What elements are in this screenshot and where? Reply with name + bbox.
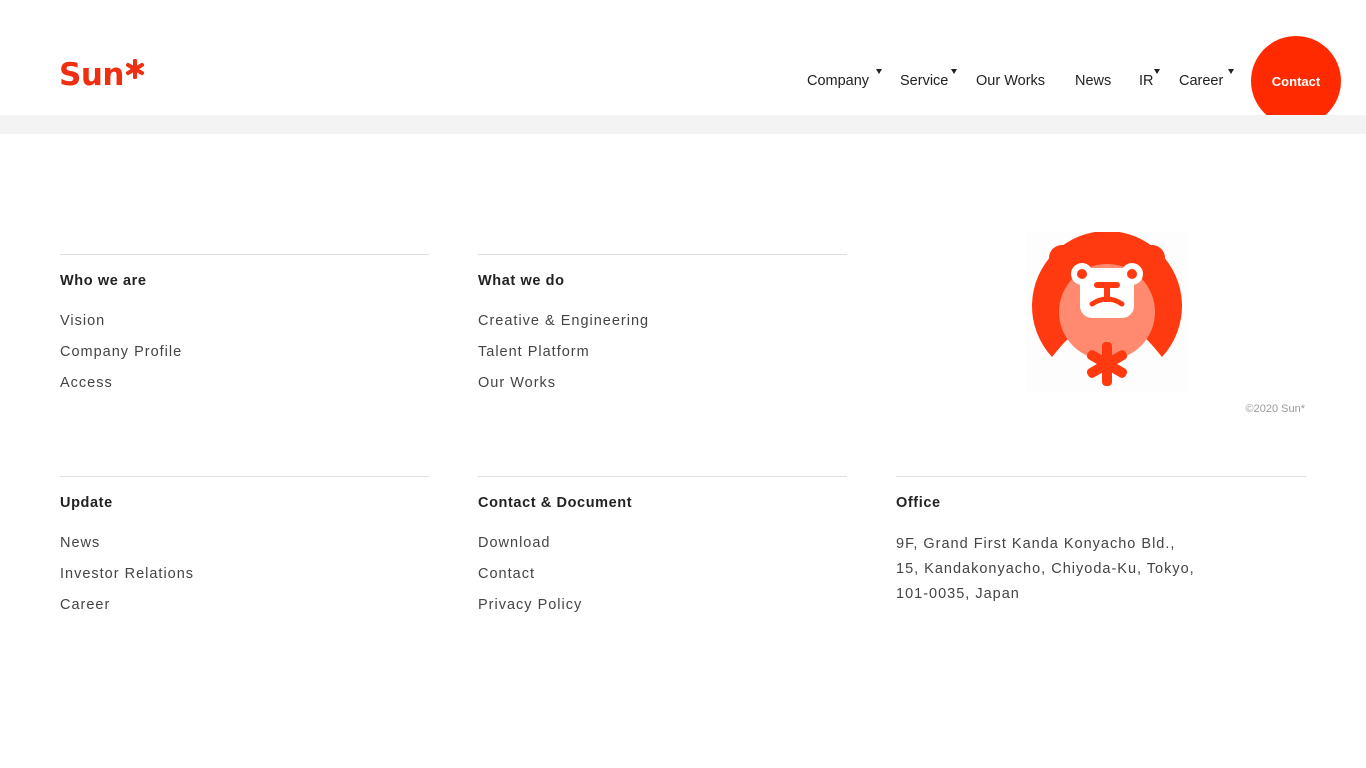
- nav-item-our-works[interactable]: Our Works: [976, 72, 1045, 90]
- divider: [896, 476, 1306, 477]
- list-item: Our Works: [478, 374, 847, 405]
- footer-link-privacy-policy[interactable]: Privacy Policy: [478, 597, 582, 613]
- footer-link-creative-engineering[interactable]: Creative & Engineering: [478, 313, 649, 329]
- nav-label: Career: [1179, 73, 1224, 89]
- site-logo[interactable]: Sun: [59, 58, 145, 92]
- caret-down-icon: [951, 69, 957, 74]
- footer-column-who-we-are: Who we are Vision Company Profile Access: [60, 254, 429, 405]
- list-item: News: [60, 534, 429, 565]
- footer-link-investor-relations[interactable]: Investor Relations: [60, 566, 194, 582]
- list-item: Company Profile: [60, 343, 429, 374]
- divider: [60, 254, 429, 255]
- footer-link-career[interactable]: Career: [60, 597, 110, 613]
- list-item: Contact: [478, 565, 847, 596]
- site-header: Sun Company Service Our Works News IR Ca…: [0, 0, 1366, 126]
- contact-button[interactable]: Contact: [1251, 36, 1341, 126]
- list-item: Talent Platform: [478, 343, 847, 374]
- divider: [478, 476, 847, 477]
- nav-label: News: [1075, 73, 1112, 89]
- address-line: 101-0035, Japan: [896, 586, 1020, 602]
- footer-column-what-we-do: What we do Creative & Engineering Talent…: [478, 254, 847, 405]
- column-heading: What we do: [478, 273, 565, 289]
- column-heading: Contact & Document: [478, 495, 633, 511]
- footer-column-office: Office 9F, Grand First Kanda Konyacho Bl…: [896, 476, 1306, 607]
- divider: [478, 254, 847, 255]
- link-list: Creative & Engineering Talent Platform O…: [478, 312, 847, 405]
- list-item: Investor Relations: [60, 565, 429, 596]
- list-item: Vision: [60, 312, 429, 343]
- nav-item-news[interactable]: News: [1075, 72, 1111, 90]
- asterisk-icon: [125, 59, 145, 79]
- footer-link-news[interactable]: News: [60, 535, 100, 551]
- list-item: Career: [60, 596, 429, 627]
- footer-link-talent-platform[interactable]: Talent Platform: [478, 344, 590, 360]
- caret-down-icon: [1154, 69, 1160, 74]
- link-list: Vision Company Profile Access: [60, 312, 429, 405]
- caret-down-icon: [876, 69, 882, 74]
- lion-mascot-icon: [1026, 232, 1188, 392]
- list-item: Privacy Policy: [478, 596, 847, 627]
- footer-link-our-works[interactable]: Our Works: [478, 375, 556, 391]
- footer-column-update: Update News Investor Relations Career: [60, 476, 429, 627]
- nav-label: Our Works: [976, 73, 1046, 89]
- column-heading: Office: [896, 495, 941, 511]
- header-subbar: [0, 115, 1366, 134]
- column-heading: Update: [60, 495, 113, 511]
- nav-label: Company: [807, 73, 870, 89]
- footer-link-contact[interactable]: Contact: [478, 566, 535, 582]
- link-list: Download Contact Privacy Policy: [478, 534, 847, 627]
- copyright-text: ©2020 Sun*: [1245, 403, 1306, 415]
- list-item: Creative & Engineering: [478, 312, 847, 343]
- divider: [60, 476, 429, 477]
- list-item: Download: [478, 534, 847, 565]
- column-heading: Who we are: [60, 273, 147, 289]
- office-address: 9F, Grand First Kanda Konyacho Bld., 15,…: [896, 532, 1306, 607]
- nav-label: Service: [900, 73, 949, 89]
- footer-column-contact-document: Contact & Document Download Contact Priv…: [478, 476, 847, 627]
- address-line: 15, Kandakonyacho, Chiyoda-Ku, Tokyo,: [896, 561, 1195, 577]
- logo-text: Sun: [59, 57, 124, 93]
- footer-link-vision[interactable]: Vision: [60, 313, 105, 329]
- footer-link-company-profile[interactable]: Company Profile: [60, 344, 182, 360]
- footer-link-download[interactable]: Download: [478, 535, 551, 551]
- footer-link-access[interactable]: Access: [60, 375, 113, 391]
- link-list: News Investor Relations Career: [60, 534, 429, 627]
- caret-down-icon: [1228, 69, 1234, 74]
- list-item: Access: [60, 374, 429, 405]
- nav-item-ir[interactable]: IR: [1139, 69, 1160, 90]
- address-line: 9F, Grand First Kanda Konyacho Bld.,: [896, 536, 1176, 552]
- nav-item-career[interactable]: Career: [1179, 69, 1234, 90]
- nav-label: IR: [1139, 73, 1154, 89]
- nav-item-company[interactable]: Company: [807, 69, 882, 90]
- nav-item-service[interactable]: Service: [900, 69, 957, 90]
